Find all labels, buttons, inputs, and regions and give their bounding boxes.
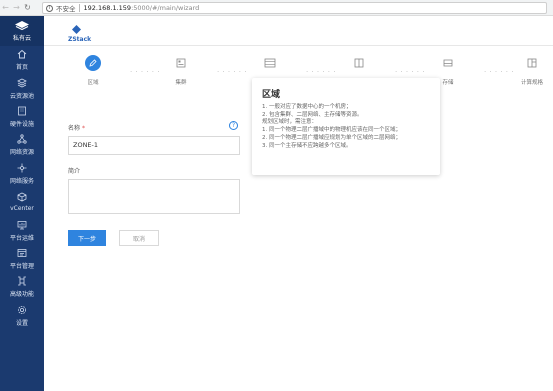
cube-icon xyxy=(17,192,27,202)
required-mark: * xyxy=(82,125,86,132)
step-label: 存储 xyxy=(442,80,454,86)
reload-icon[interactable]: ↻ xyxy=(22,0,33,16)
zone-name-input[interactable]: ZONE-1 xyxy=(68,136,240,155)
network-icon xyxy=(17,134,27,144)
pencil-icon xyxy=(85,55,101,71)
host-icon xyxy=(262,55,278,71)
info-icon[interactable]: i xyxy=(46,4,53,12)
sidebar-item-label: 平台管理 xyxy=(9,262,34,270)
step-label: 计算规格 xyxy=(520,80,543,86)
sidebar-item-label: 首页 xyxy=(15,64,28,72)
name-label: 名称 * xyxy=(68,123,85,132)
layers-logo-icon xyxy=(15,20,29,31)
url-host: 192.168.1.159 xyxy=(83,4,132,12)
url-path: :5000/#/main/wizard xyxy=(131,4,200,12)
sidebar-item-cloud-pool[interactable]: 云资源池 xyxy=(0,74,44,102)
brand-name: ZStack xyxy=(68,36,92,43)
zone-description-textarea[interactable] xyxy=(68,179,240,214)
advanced-icon xyxy=(17,276,27,286)
sidebar-item-label: 网络服务 xyxy=(9,177,34,185)
zstack-logo-icon xyxy=(72,25,81,34)
manage-icon xyxy=(17,248,27,258)
browser-toolbar: ← → ↻ i 不安全 192.168.1.159:5000/#/main/wi… xyxy=(0,0,553,16)
step-connector: · · · · · · xyxy=(395,68,425,76)
popover-line: 3. 同一个主存储不应跨越多个区域。 xyxy=(262,142,352,149)
security-label: 不安全 xyxy=(56,5,76,13)
forward-arrow-icon[interactable]: → xyxy=(11,0,22,16)
monitor-icon xyxy=(17,220,27,230)
sidebar-item-vcenter[interactable]: vCenter xyxy=(0,188,44,216)
popover-title: 区域 xyxy=(262,90,281,100)
address-bar[interactable]: i 不安全 192.168.1.159:5000/#/main/wizard xyxy=(42,2,547,14)
step-connector: · · · · · · xyxy=(130,68,160,76)
step-connector: · · · · · · xyxy=(484,68,514,76)
step-cluster[interactable]: 集群 xyxy=(161,55,201,86)
sidebar-item-network-service[interactable]: 网络服务 xyxy=(0,160,44,188)
cancel-button[interactable]: 取消 xyxy=(119,230,159,246)
sidebar-item-ops[interactable]: 平台运维 xyxy=(0,216,44,244)
sidebar-item-advanced[interactable]: 高级功能 xyxy=(0,273,44,301)
help-icon[interactable]: ? xyxy=(229,121,238,130)
popover-line: 2. 同一个物理二层广播域应规划为单个区域的二层网络； xyxy=(262,134,401,141)
next-button[interactable]: 下一步 xyxy=(68,230,106,246)
sidebar-item-label: vCenter xyxy=(10,205,34,213)
sidebar-item-label: 硬件设施 xyxy=(9,120,34,128)
sidebar-logo[interactable]: 私有云 xyxy=(0,16,44,46)
step-spec[interactable]: 计算规格 xyxy=(512,55,552,86)
cluster-icon xyxy=(173,55,189,71)
sidebar-item-label: 设置 xyxy=(15,319,28,327)
top-header: ZStack xyxy=(44,16,553,46)
address-divider xyxy=(78,4,80,12)
sidebar-item-label: 平台运维 xyxy=(9,234,34,242)
logo-label: 私有云 xyxy=(12,34,31,42)
popover-line: 规划区域时，需注意： xyxy=(262,119,318,126)
spec-icon xyxy=(524,55,540,71)
sidebar-item-platform-manage[interactable]: 平台管理 xyxy=(0,245,44,273)
step-zone[interactable]: 区域 xyxy=(73,55,113,86)
popover-line: 1. 同一个物理二层广播域中的物理机应该在同一个区域； xyxy=(262,127,401,134)
popover-line: 1. 一般对应了数据中心的一个机房； xyxy=(262,104,352,110)
step-connector: · · · · · · xyxy=(217,68,247,76)
popover-body: 1. 一般对应了数据中心的一个机房； 2. 包含集群、二层网络、主存储等资源。 … xyxy=(262,104,401,150)
zone-help-popover: 区域 1. 一般对应了数据中心的一个机房； 2. 包含集群、二层网络、主存储等资… xyxy=(252,78,440,175)
building-icon xyxy=(17,106,27,116)
sidebar-item-label: 高级功能 xyxy=(9,291,34,299)
sidebar-item-label: 网络资源 xyxy=(9,149,34,157)
back-arrow-icon[interactable]: ← xyxy=(0,0,11,16)
step-connector: · · · · · · xyxy=(306,68,336,76)
cloud-icon xyxy=(17,78,27,88)
step-label: 集群 xyxy=(175,80,187,86)
storage-icon xyxy=(351,55,367,71)
sidebar-item-hardware[interactable]: 硬件设施 xyxy=(0,103,44,131)
step-host[interactable] xyxy=(250,55,290,78)
sidebar: 私有云 首页 云资源池 硬件设施 网络资源 网络服务 vCenter 平台运维 … xyxy=(0,16,44,391)
step-label: 区域 xyxy=(87,80,99,86)
sidebar-item-home[interactable]: 首页 xyxy=(0,46,44,74)
sidebar-item-label: 云资源池 xyxy=(9,92,34,100)
settings-icon xyxy=(17,305,27,315)
sidebar-item-settings[interactable]: 设置 xyxy=(0,302,44,330)
name-label-text: 名称 xyxy=(68,125,81,132)
network-service-icon xyxy=(17,163,27,173)
step-storage[interactable] xyxy=(339,55,379,78)
sidebar-item-network-resource[interactable]: 网络资源 xyxy=(0,131,44,159)
desc-label: 简介 xyxy=(68,168,81,175)
disk-icon xyxy=(440,55,456,71)
home-icon xyxy=(17,49,27,59)
